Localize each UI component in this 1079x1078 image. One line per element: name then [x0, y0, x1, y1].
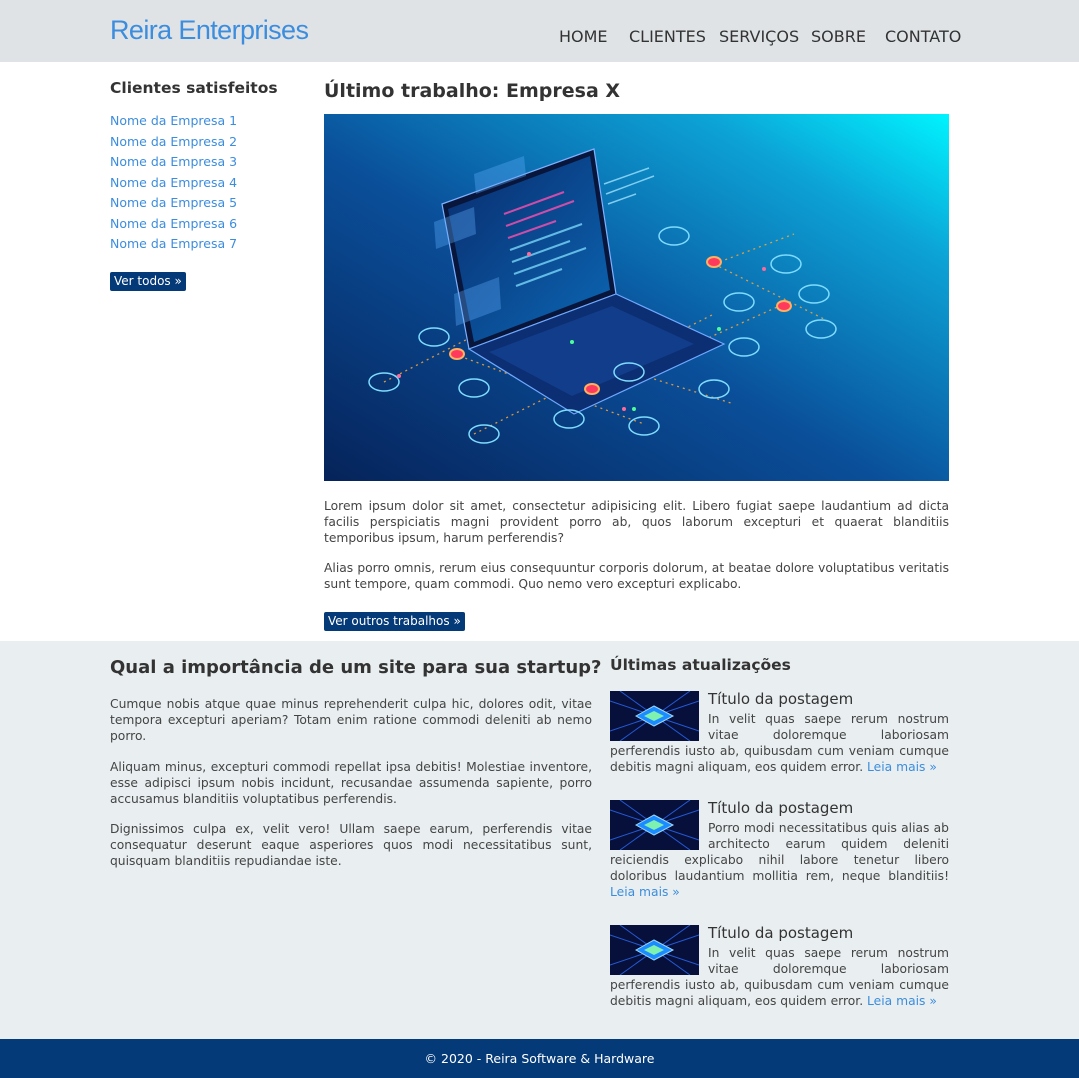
article-paragraph: Lorem ipsum dolor sit amet, consectetur …	[324, 499, 949, 545]
post-thumbnail[interactable]	[610, 800, 699, 850]
startup-paragraph: Dignissimos culpa ex, velit vero! Ullam …	[110, 822, 592, 868]
startup-paragraph: Aliquam minus, excepturi commodi repella…	[110, 760, 592, 806]
post-thumbnail[interactable]	[610, 691, 699, 741]
client-link[interactable]: Nome da Empresa 7	[110, 236, 237, 257]
latest-updates-title: Últimas atualizações	[610, 656, 791, 674]
client-link[interactable]: Nome da Empresa 3	[110, 154, 237, 175]
post-item: Título da postagem Porro modi necessitat…	[610, 798, 949, 900]
nav-sobre[interactable]: SOBRE	[811, 27, 866, 46]
read-more-link[interactable]: Leia mais »	[867, 760, 937, 774]
site-footer: © 2020 - Reira Software & Hardware	[0, 1039, 1079, 1078]
client-list: Nome da Empresa 1 Nome da Empresa 2 Nome…	[110, 113, 237, 257]
nav-home[interactable]: HOME	[559, 27, 608, 46]
post-item: Título da postagem In velit quas saepe r…	[610, 689, 949, 775]
post-thumbnail[interactable]	[610, 925, 699, 975]
site-logo[interactable]: Reira Enterprises	[110, 15, 309, 46]
nav-servicos[interactable]: SERVIÇOS	[719, 27, 799, 46]
client-link[interactable]: Nome da Empresa 4	[110, 175, 237, 196]
sidebar-title: Clientes satisfeitos	[110, 79, 278, 97]
startup-paragraph: Cumque nobis atque quae minus reprehende…	[110, 697, 592, 743]
post-item: Título da postagem In velit quas saepe r…	[610, 923, 949, 1009]
latest-work-title: Último trabalho: Empresa X	[324, 80, 621, 102]
hero-laptop-image	[324, 114, 949, 481]
site-header: Reira Enterprises HOME CLIENTES SERVIÇOS…	[0, 0, 1079, 62]
client-link[interactable]: Nome da Empresa 5	[110, 195, 237, 216]
client-link[interactable]: Nome da Empresa 6	[110, 216, 237, 237]
client-link[interactable]: Nome da Empresa 1	[110, 113, 237, 134]
see-other-works-button[interactable]: Ver outros trabalhos »	[324, 612, 465, 631]
copyright-text: © 2020 - Reira Software & Hardware	[424, 1051, 655, 1066]
nav-clientes[interactable]: CLIENTES	[629, 27, 706, 46]
client-link[interactable]: Nome da Empresa 2	[110, 134, 237, 155]
nav-contato[interactable]: CONTATO	[885, 27, 961, 46]
see-all-clients-button[interactable]: Ver todos »	[110, 272, 186, 291]
read-more-link[interactable]: Leia mais »	[610, 885, 680, 899]
article-paragraph: Alias porro omnis, rerum eius consequunt…	[324, 561, 949, 591]
startup-section-title: Qual a importância de um site para sua s…	[110, 657, 602, 678]
read-more-link[interactable]: Leia mais »	[867, 994, 937, 1008]
